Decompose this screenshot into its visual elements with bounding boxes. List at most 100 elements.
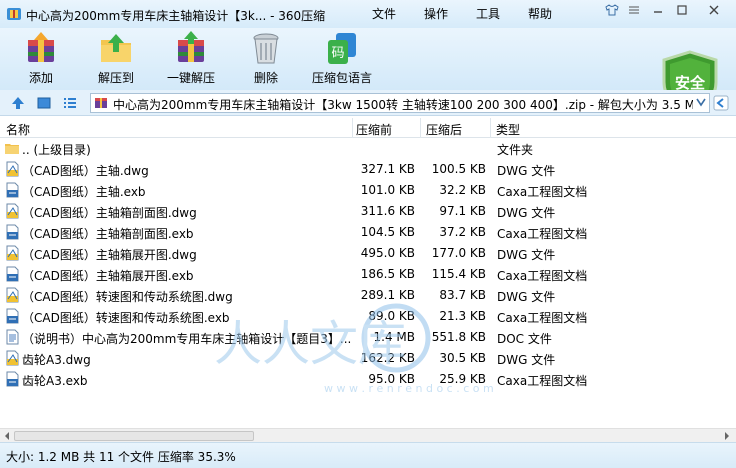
minimize-icon[interactable] xyxy=(648,4,668,22)
column-name[interactable]: 名称 xyxy=(6,121,30,138)
dwg-file-icon xyxy=(6,161,19,177)
file-name: 齿轮A3.exb xyxy=(22,374,88,388)
file-compressed-size: 97.1 KB xyxy=(439,204,486,218)
file-packed-size: 104.5 KB xyxy=(360,225,415,239)
file-packed-size: 95.0 KB xyxy=(368,372,415,386)
delete-icon xyxy=(253,33,279,64)
address-path-text: 中心高为200mm专用车床主轴箱设计【3kw 1500转 主轴转速100 200… xyxy=(113,98,693,112)
doc-file-icon xyxy=(6,329,19,345)
window-title: 中心高为200mm专用车床主轴箱设计【3k... - 360压缩 xyxy=(26,9,326,23)
file-packed-size: 495.0 KB xyxy=(360,246,415,260)
up-arrow-icon[interactable] xyxy=(10,95,26,111)
address-bar: 中心高为200mm专用车床主轴箱设计【3kw 1500转 主轴转速100 200… xyxy=(0,90,736,116)
file-row[interactable]: 齿轮A3.exb 95.0 KB 25.9 KB Caxa工程图文档 xyxy=(0,369,736,390)
file-type: DOC 文件 xyxy=(497,332,552,346)
scroll-right-icon[interactable] xyxy=(722,431,732,441)
one-click-extract-button[interactable]: 一键解压 xyxy=(166,30,216,88)
file-row[interactable]: （CAD图纸）主轴箱剖面图.dwg 311.6 KB 97.1 KB DWG 文件 xyxy=(0,201,736,222)
file-compressed-size: 177.0 KB xyxy=(431,246,486,260)
file-type: Caxa工程图文档 xyxy=(497,227,588,241)
toolbar: 添加 解压到 一键解压 删除 码 压缩包语言 安全 xyxy=(0,28,736,116)
extract-to-icon xyxy=(101,34,131,62)
file-compressed-size: 21.3 KB xyxy=(439,309,486,323)
360-zip-app-icon xyxy=(7,8,21,20)
dwg-file-icon xyxy=(6,245,19,261)
file-row[interactable]: （CAD图纸）主轴.dwg 327.1 KB 100.5 KB DWG 文件 xyxy=(0,159,736,180)
dwg-file-icon xyxy=(6,350,19,366)
go-back-icon[interactable] xyxy=(713,95,729,111)
exb-file-icon xyxy=(6,308,19,324)
maximize-icon[interactable] xyxy=(672,4,692,22)
address-path-field[interactable]: 中心高为200mm专用车床主轴箱设计【3kw 1500转 主轴转速100 200… xyxy=(90,93,710,113)
add-button[interactable]: 添加 xyxy=(20,30,62,88)
column-compressed[interactable]: 压缩后 xyxy=(426,121,462,138)
menu-operation[interactable]: 操作 xyxy=(424,5,448,22)
file-type: 文件夹 xyxy=(497,143,534,157)
file-compressed-size: 32.2 KB xyxy=(439,183,486,197)
file-name: .. (上级目录) xyxy=(22,143,91,157)
menu-dropdown-icon[interactable] xyxy=(624,4,644,22)
file-type: DWG 文件 xyxy=(497,353,556,367)
horizontal-scrollbar[interactable] xyxy=(0,428,736,442)
file-type: DWG 文件 xyxy=(497,164,556,178)
file-row[interactable]: 齿轮A3.dwg 162.2 KB 30.5 KB DWG 文件 xyxy=(0,348,736,369)
scroll-left-icon[interactable] xyxy=(2,431,12,441)
list-view-icon[interactable] xyxy=(62,95,78,111)
file-name: （CAD图纸）主轴箱剖面图.exb xyxy=(22,227,194,241)
file-packed-size: 186.5 KB xyxy=(360,267,415,281)
file-packed-size: 289.1 KB xyxy=(360,288,415,302)
file-name: （说明书）中心高为200mm专用车床主轴箱设计【题目3】.... xyxy=(22,332,352,346)
menu-help[interactable]: 帮助 xyxy=(528,5,552,22)
one-click-extract-icon xyxy=(178,31,204,62)
file-type: DWG 文件 xyxy=(497,290,556,304)
exb-file-icon xyxy=(6,182,19,198)
extract-to-button[interactable]: 解压到 xyxy=(92,30,140,88)
file-row[interactable]: （CAD图纸）主轴箱剖面图.exb 104.5 KB 37.2 KB Caxa工程图文… xyxy=(0,222,736,243)
exb-file-icon xyxy=(6,224,19,240)
file-row[interactable]: （CAD图纸）转速图和传动系统图.exb 89.0 KB 21.3 KB Caxa工程… xyxy=(0,306,736,327)
archive-language-icon: 码 xyxy=(328,33,356,64)
column-type[interactable]: 类型 xyxy=(496,121,520,138)
file-row[interactable]: （CAD图纸）主轴.exb 101.0 KB 32.2 KB Caxa工程图文档 xyxy=(0,180,736,201)
scroll-thumb[interactable] xyxy=(14,431,254,441)
file-type: Caxa工程图文档 xyxy=(497,185,588,199)
file-compressed-size: 83.7 KB xyxy=(439,288,486,302)
file-type: Caxa工程图文档 xyxy=(497,374,588,388)
svg-text:码: 码 xyxy=(331,46,344,61)
status-text: 大小: 1.2 MB 共 11 个文件 压缩率 35.3% xyxy=(6,450,236,464)
file-name: （CAD图纸）主轴.dwg xyxy=(22,164,149,178)
file-packed-size: 162.2 KB xyxy=(360,351,415,365)
file-row[interactable]: （CAD图纸）转速图和传动系统图.dwg 289.1 KB 83.7 KB DWG 文… xyxy=(0,285,736,306)
file-type: DWG 文件 xyxy=(497,206,556,220)
file-name: （CAD图纸）转速图和传动系统图.dwg xyxy=(22,290,233,304)
file-packed-size: 327.1 KB xyxy=(360,162,415,176)
large-icon-view-icon[interactable] xyxy=(36,95,52,111)
file-compressed-size: 30.5 KB xyxy=(439,351,486,365)
file-compressed-size: 25.9 KB xyxy=(439,372,486,386)
file-compressed-size: 551.8 KB xyxy=(431,330,486,344)
file-name: （CAD图纸）主轴.exb xyxy=(22,185,146,199)
archive-language-button[interactable]: 码 压缩包语言 xyxy=(310,30,374,88)
file-compressed-size: 37.2 KB xyxy=(439,225,486,239)
file-row[interactable]: （CAD图纸）主轴箱展开图.dwg 495.0 KB 177.0 KB DWG 文件 xyxy=(0,243,736,264)
file-name: （CAD图纸）转速图和传动系统图.exb xyxy=(22,311,230,325)
file-name: （CAD图纸）主轴箱剖面图.dwg xyxy=(22,206,197,220)
column-packed[interactable]: 压缩前 xyxy=(356,121,392,138)
file-row[interactable]: （CAD图纸）主轴箱展开图.exb 186.5 KB 115.4 KB Caxa工程图… xyxy=(0,264,736,285)
menu-file[interactable]: 文件 xyxy=(372,5,396,22)
folder-icon xyxy=(5,144,19,154)
file-row[interactable]: .. (上级目录) 文件夹 xyxy=(0,138,736,159)
exb-file-icon xyxy=(6,371,19,387)
delete-button[interactable]: 删除 xyxy=(248,30,284,88)
column-header: 名称 压缩前 压缩后 类型 xyxy=(0,118,736,138)
zip-archive-icon xyxy=(95,98,107,108)
file-row[interactable]: （说明书）中心高为200mm专用车床主轴箱设计【题目3】.... 1.4 MB 55… xyxy=(0,327,736,348)
skin-shirt-icon[interactable] xyxy=(602,4,622,22)
close-icon[interactable] xyxy=(704,4,724,22)
file-packed-size: 101.0 KB xyxy=(360,183,415,197)
dwg-file-icon xyxy=(6,287,19,303)
menu-tools[interactable]: 工具 xyxy=(476,5,500,22)
add-archive-icon xyxy=(28,32,54,62)
file-type: Caxa工程图文档 xyxy=(497,269,588,283)
chevron-down-icon[interactable] xyxy=(695,95,707,112)
